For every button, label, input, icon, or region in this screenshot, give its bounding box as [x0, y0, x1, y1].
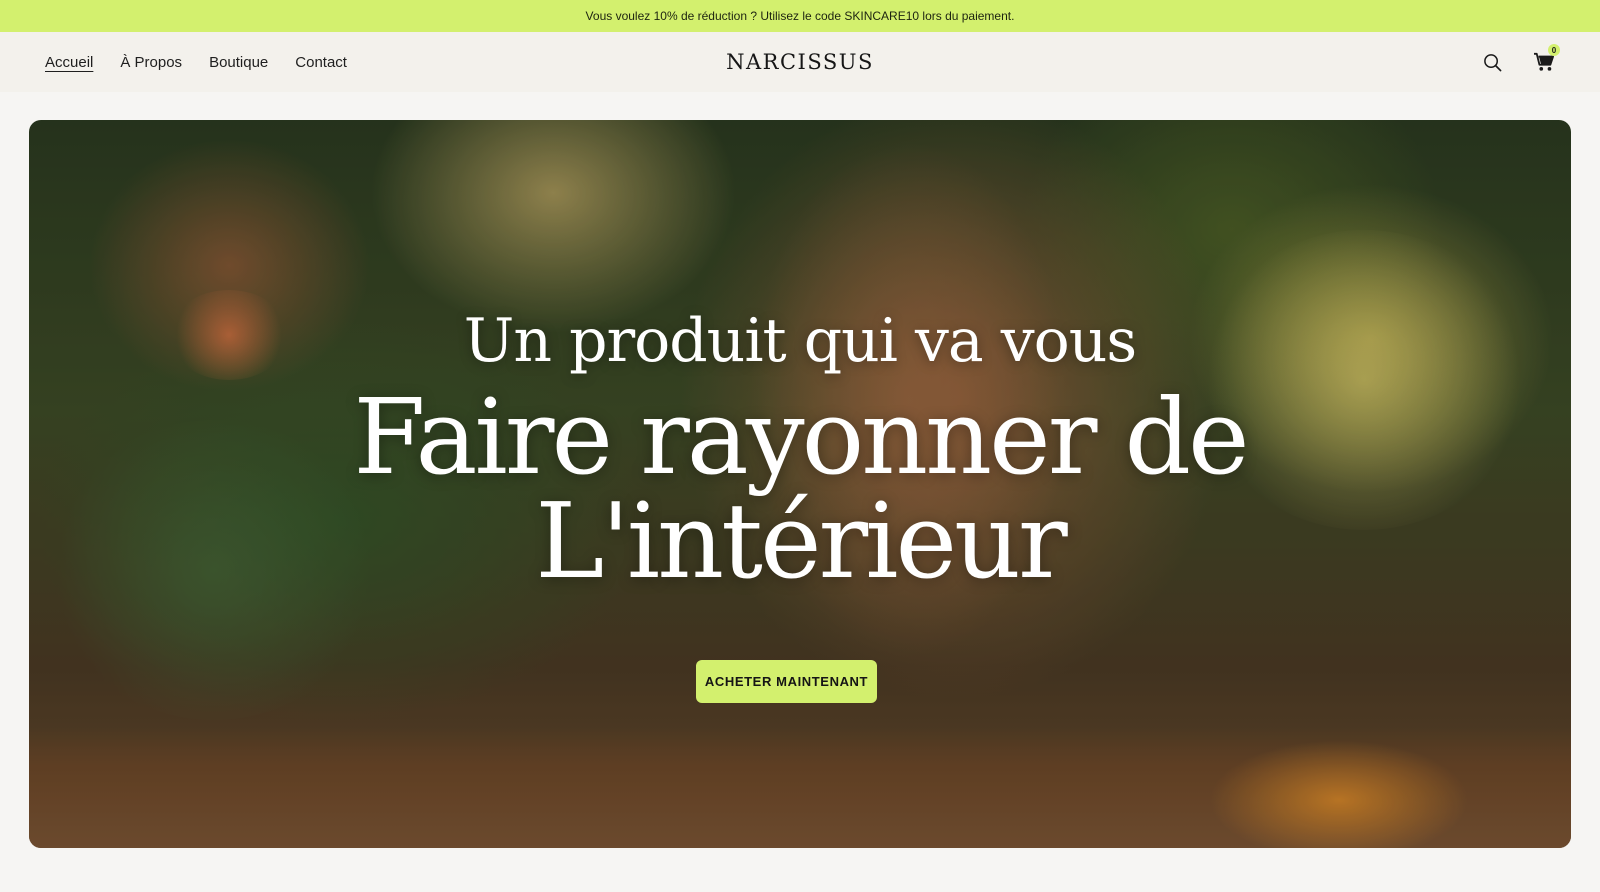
site-header: Accueil À Propos Boutique Contact NARCIS…: [0, 32, 1600, 92]
cart-count-badge: 0: [1548, 44, 1560, 56]
nav-link-accueil[interactable]: Accueil: [45, 54, 93, 71]
nav-link-boutique[interactable]: Boutique: [209, 54, 268, 71]
header-actions: 0: [1480, 32, 1560, 92]
hero-subheading: Un produit qui va vous: [463, 306, 1137, 376]
announcement-bar: Vous voulez 10% de réduction ? Utilisez …: [0, 0, 1600, 32]
main-nav: Accueil À Propos Boutique Contact: [45, 32, 347, 92]
hero-heading-line-2: L'intérieur: [535, 480, 1067, 602]
nav-link-a-propos[interactable]: À Propos: [120, 54, 182, 71]
hero-banner: Un produit qui va vous Faire rayonner de…: [29, 120, 1571, 848]
hero-text-block: Un produit qui va vous Faire rayonner de…: [29, 120, 1571, 848]
hero-heading-line-1: Faire rayonner de: [353, 376, 1249, 498]
nav-link-contact[interactable]: Contact: [295, 54, 347, 71]
brand-logo[interactable]: NARCISSUS: [726, 50, 874, 74]
announcement-text: Vous voulez 10% de réduction ? Utilisez …: [585, 9, 1015, 23]
hero-heading: Faire rayonner de L'intérieur: [29, 385, 1571, 593]
search-icon[interactable]: [1480, 50, 1504, 74]
cart-icon[interactable]: 0: [1532, 44, 1560, 74]
shop-now-button[interactable]: ACHETER MAINTENANT: [696, 660, 877, 703]
